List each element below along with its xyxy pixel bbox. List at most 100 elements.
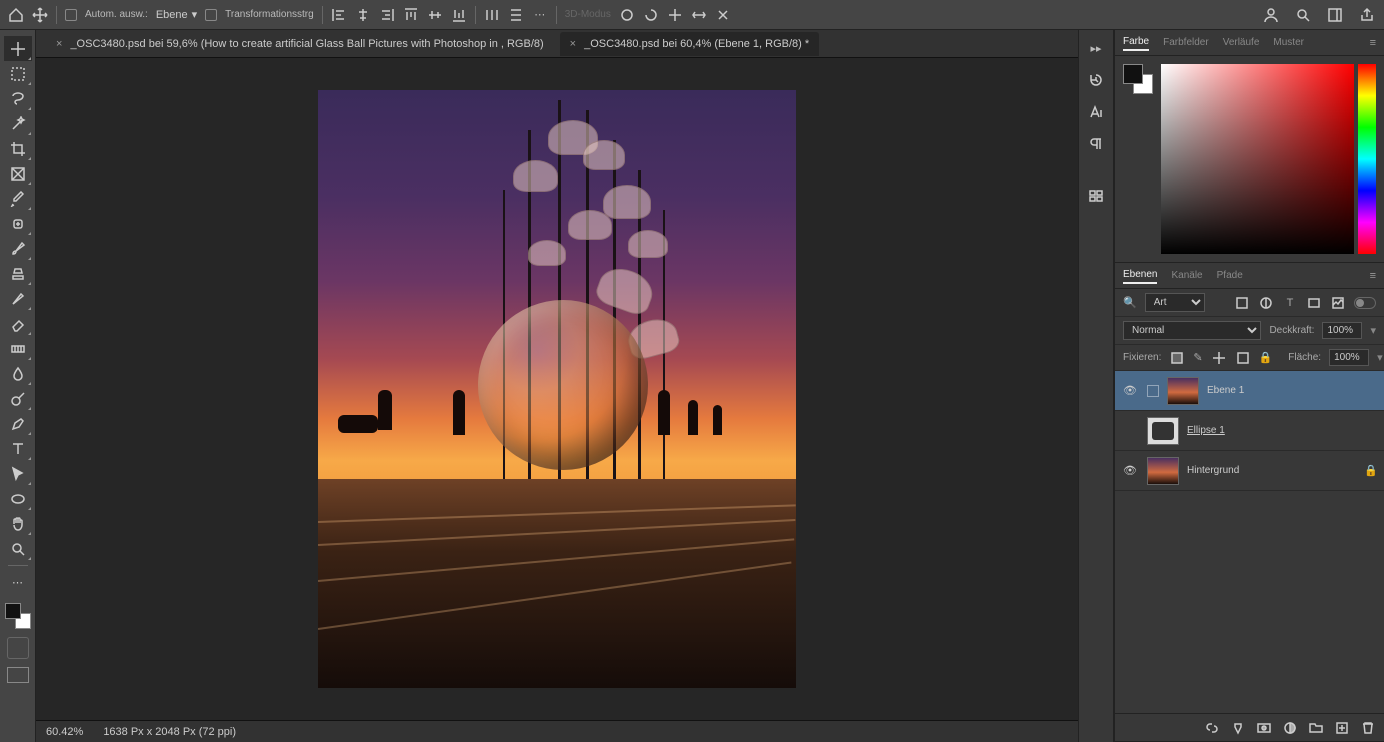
tab-farbe[interactable]: Farbe bbox=[1123, 34, 1149, 51]
tab-farbfelder[interactable]: Farbfelder bbox=[1163, 35, 1209, 50]
align-left-icon[interactable] bbox=[331, 7, 347, 23]
align-vcenter-icon[interactable] bbox=[427, 7, 443, 23]
marquee-tool[interactable] bbox=[4, 61, 32, 86]
blend-mode-dropdown[interactable]: Normal bbox=[1123, 321, 1261, 340]
home-icon[interactable] bbox=[8, 7, 24, 23]
opacity-input[interactable] bbox=[1322, 322, 1362, 339]
align-right-icon[interactable] bbox=[379, 7, 395, 23]
layer-item[interactable]: Ellipse 1 bbox=[1115, 411, 1384, 451]
edit-toolbar[interactable]: ⋯ bbox=[4, 570, 32, 595]
magic-wand-tool[interactable] bbox=[4, 111, 32, 136]
pen-tool[interactable] bbox=[4, 411, 32, 436]
layer-filter-dropdown[interactable]: Art bbox=[1145, 293, 1205, 312]
eyedropper-tool[interactable] bbox=[4, 186, 32, 211]
tab-pfade[interactable]: Pfade bbox=[1217, 268, 1243, 283]
filter-pixel-icon[interactable] bbox=[1234, 295, 1250, 311]
auto-select-target-dropdown[interactable]: Ebene▾ bbox=[156, 8, 197, 21]
saturation-value-picker[interactable] bbox=[1161, 64, 1354, 254]
link-layers-icon[interactable] bbox=[1204, 720, 1220, 736]
brush-tool[interactable] bbox=[4, 236, 32, 261]
dodge-tool[interactable] bbox=[4, 386, 32, 411]
align-top-icon[interactable] bbox=[403, 7, 419, 23]
frame-tool[interactable] bbox=[4, 161, 32, 186]
layer-name[interactable]: Ellipse 1 bbox=[1187, 425, 1225, 436]
document-canvas[interactable] bbox=[318, 90, 796, 688]
paragraph-panel-icon[interactable] bbox=[1084, 132, 1108, 156]
more-align-icon[interactable]: ⋯ bbox=[532, 7, 548, 23]
move-tool-icon[interactable] bbox=[32, 7, 48, 23]
align-bottom-icon[interactable] bbox=[451, 7, 467, 23]
move-tool[interactable] bbox=[4, 36, 32, 61]
clone-stamp-tool[interactable] bbox=[4, 261, 32, 286]
expand-panels-icon[interactable]: ▸▸ bbox=[1084, 36, 1108, 60]
share-icon[interactable] bbox=[1358, 6, 1376, 24]
zoom-tool[interactable] bbox=[4, 536, 32, 561]
close-tab-icon[interactable]: × bbox=[570, 38, 576, 50]
tab-ebenen[interactable]: Ebenen bbox=[1123, 267, 1157, 284]
hand-tool[interactable] bbox=[4, 511, 32, 536]
tab-kanaele[interactable]: Kanäle bbox=[1171, 268, 1202, 283]
lock-pixels-icon[interactable]: ✎ bbox=[1193, 350, 1202, 366]
visibility-toggle[interactable]: 👁 bbox=[1121, 384, 1139, 397]
path-selection-tool[interactable] bbox=[4, 461, 32, 486]
document-tab-1[interactable]: ×_OSC3480.psd bei 60,4% (Ebene 1, RGB/8)… bbox=[560, 32, 819, 56]
layer-thumbnail[interactable] bbox=[1167, 377, 1199, 405]
align-hcenter-icon[interactable] bbox=[355, 7, 371, 23]
account-icon[interactable] bbox=[1262, 6, 1280, 24]
adjustment-layer-icon[interactable] bbox=[1282, 720, 1298, 736]
layer-mask-icon[interactable] bbox=[1256, 720, 1272, 736]
hue-slider[interactable] bbox=[1358, 64, 1376, 254]
workspace-icon[interactable] bbox=[1326, 6, 1344, 24]
lock-all-icon[interactable]: 🔒 bbox=[1259, 350, 1273, 366]
layer-name[interactable]: Ebene 1 bbox=[1207, 385, 1244, 396]
history-brush-tool[interactable] bbox=[4, 286, 32, 311]
color-swatches[interactable] bbox=[5, 603, 31, 629]
history-panel-icon[interactable] bbox=[1084, 68, 1108, 92]
distribute-v-icon[interactable] bbox=[508, 7, 524, 23]
lock-artboard-icon[interactable] bbox=[1235, 350, 1251, 366]
zoom-level[interactable]: 60.42% bbox=[46, 726, 83, 738]
new-layer-icon[interactable] bbox=[1334, 720, 1350, 736]
document-dimensions[interactable]: 1638 Px x 2048 Px (72 ppi) bbox=[103, 726, 236, 738]
visibility-toggle[interactable]: 👁 bbox=[1121, 464, 1139, 477]
gradient-tool[interactable] bbox=[4, 336, 32, 361]
close-tab-icon[interactable]: × bbox=[56, 38, 62, 50]
quick-mask-toggle[interactable] bbox=[7, 637, 29, 659]
layer-item[interactable]: 👁 Ebene 1 bbox=[1115, 371, 1384, 411]
auto-select-checkbox[interactable] bbox=[65, 9, 77, 21]
libraries-panel-icon[interactable] bbox=[1084, 184, 1108, 208]
link-icon[interactable] bbox=[1147, 385, 1159, 397]
eraser-tool[interactable] bbox=[4, 311, 32, 336]
type-tool[interactable] bbox=[4, 436, 32, 461]
transform-controls-checkbox[interactable] bbox=[205, 9, 217, 21]
lock-icon[interactable]: 🔒 bbox=[1364, 464, 1378, 477]
layer-thumbnail[interactable] bbox=[1147, 417, 1179, 445]
layer-thumbnail[interactable] bbox=[1147, 457, 1179, 485]
mini-swatches[interactable] bbox=[1123, 64, 1153, 94]
filter-toggle[interactable] bbox=[1354, 297, 1376, 309]
crop-tool[interactable] bbox=[4, 136, 32, 161]
lock-position-icon[interactable] bbox=[1211, 350, 1227, 366]
panel-menu-icon[interactable]: ≡ bbox=[1370, 37, 1376, 49]
layer-style-icon[interactable] bbox=[1230, 720, 1246, 736]
layer-name[interactable]: Hintergrund bbox=[1187, 465, 1239, 476]
fill-input[interactable] bbox=[1329, 349, 1369, 366]
filter-smart-icon[interactable] bbox=[1330, 295, 1346, 311]
shape-tool[interactable] bbox=[4, 486, 32, 511]
canvas-area[interactable] bbox=[36, 58, 1078, 720]
tab-muster[interactable]: Muster bbox=[1273, 35, 1304, 50]
filter-type-icon[interactable]: T bbox=[1282, 295, 1298, 311]
layer-item[interactable]: 👁 Hintergrund 🔒 bbox=[1115, 451, 1384, 491]
filter-shape-icon[interactable] bbox=[1306, 295, 1322, 311]
screen-mode-toggle[interactable] bbox=[7, 667, 29, 683]
document-tab-0[interactable]: ×_OSC3480.psd bei 59,6% (How to create a… bbox=[46, 32, 554, 56]
new-group-icon[interactable] bbox=[1308, 720, 1324, 736]
filter-adjustment-icon[interactable] bbox=[1258, 295, 1274, 311]
panel-menu-icon[interactable]: ≡ bbox=[1370, 270, 1376, 282]
lasso-tool[interactable] bbox=[4, 86, 32, 111]
distribute-h-icon[interactable] bbox=[484, 7, 500, 23]
healing-brush-tool[interactable] bbox=[4, 211, 32, 236]
lock-transparency-icon[interactable] bbox=[1169, 350, 1185, 366]
tab-verlaeufe[interactable]: Verläufe bbox=[1223, 35, 1260, 50]
blur-tool[interactable] bbox=[4, 361, 32, 386]
